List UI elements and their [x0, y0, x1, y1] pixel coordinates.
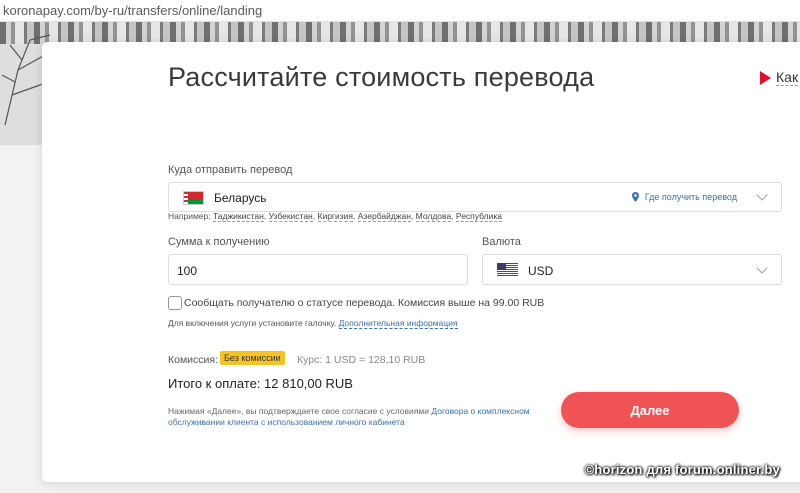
next-button[interactable]: Далее [561, 392, 739, 428]
chevron-down-icon[interactable] [756, 262, 768, 274]
total-amount: Итого к оплате: 12 810,00 RUB [168, 376, 353, 391]
currency-select[interactable]: USD [482, 254, 782, 285]
notify-recipient-checkbox[interactable] [168, 296, 182, 310]
belarus-flag-icon [183, 191, 204, 205]
no-fee-badge: Без комиссии [220, 351, 285, 365]
page-background [0, 145, 43, 493]
url-text: koronapay.com/by-ru/transfers/online/lan… [3, 3, 263, 18]
country-value: Беларусь [214, 191, 267, 205]
country-examples: Например: Таджикистан, Узбекистан, Кирги… [168, 211, 502, 222]
where-get-transfer-link[interactable]: Где получить перевод [631, 192, 737, 202]
notify-hint: Для включения услуги установите галочку.… [168, 318, 458, 329]
example-country[interactable]: Республика [455, 211, 502, 222]
additional-info-link[interactable]: Дополнительная информация [338, 318, 458, 329]
consent-text: Нажимая «Далее», вы подтверждаете свое с… [168, 406, 530, 427]
amount-label: Сумма к получению [168, 236, 270, 248]
browser-address-bar[interactable]: koronapay.com/by-ru/transfers/online/lan… [0, 0, 800, 22]
location-pin-icon [631, 192, 639, 202]
page-title: Рассчитайте стоимость перевода [168, 62, 595, 92]
fee-label: Комиссия: [168, 354, 219, 366]
country-select[interactable]: Беларусь Где получить перевод [168, 182, 782, 212]
play-icon [760, 70, 771, 85]
forum-watermark: ©horizon для forum.onliner.by [584, 462, 780, 477]
calculator-content: Рассчитайте стоимость перевода Как Куда … [42, 42, 800, 482]
how-it-works-link[interactable]: Как [760, 69, 799, 86]
example-country[interactable]: Киргизия [317, 211, 354, 222]
where-get-transfer-label: Где получить перевод [644, 192, 737, 202]
amount-value: 100 [177, 264, 198, 278]
chevron-down-icon[interactable] [756, 189, 768, 201]
usa-flag-icon [497, 263, 518, 276]
example-country[interactable]: Азербайджан [357, 211, 411, 222]
example-country[interactable]: Молдова [415, 211, 452, 222]
country-label: Куда отправить перевод [168, 164, 293, 176]
amount-input[interactable]: 100 [168, 254, 468, 285]
how-it-works-label: Как [776, 69, 799, 86]
currency-label: Валюта [482, 236, 521, 248]
currency-value: USD [528, 264, 554, 278]
example-country[interactable]: Узбекистан [268, 211, 313, 222]
exchange-rate: Курс: 1 USD = 128,10 RUB [297, 354, 426, 366]
background-pattern [0, 22, 800, 44]
example-country[interactable]: Таджикистан [212, 211, 264, 222]
notify-recipient-label: Сообщать получателю о статусе перевода. … [184, 297, 545, 309]
